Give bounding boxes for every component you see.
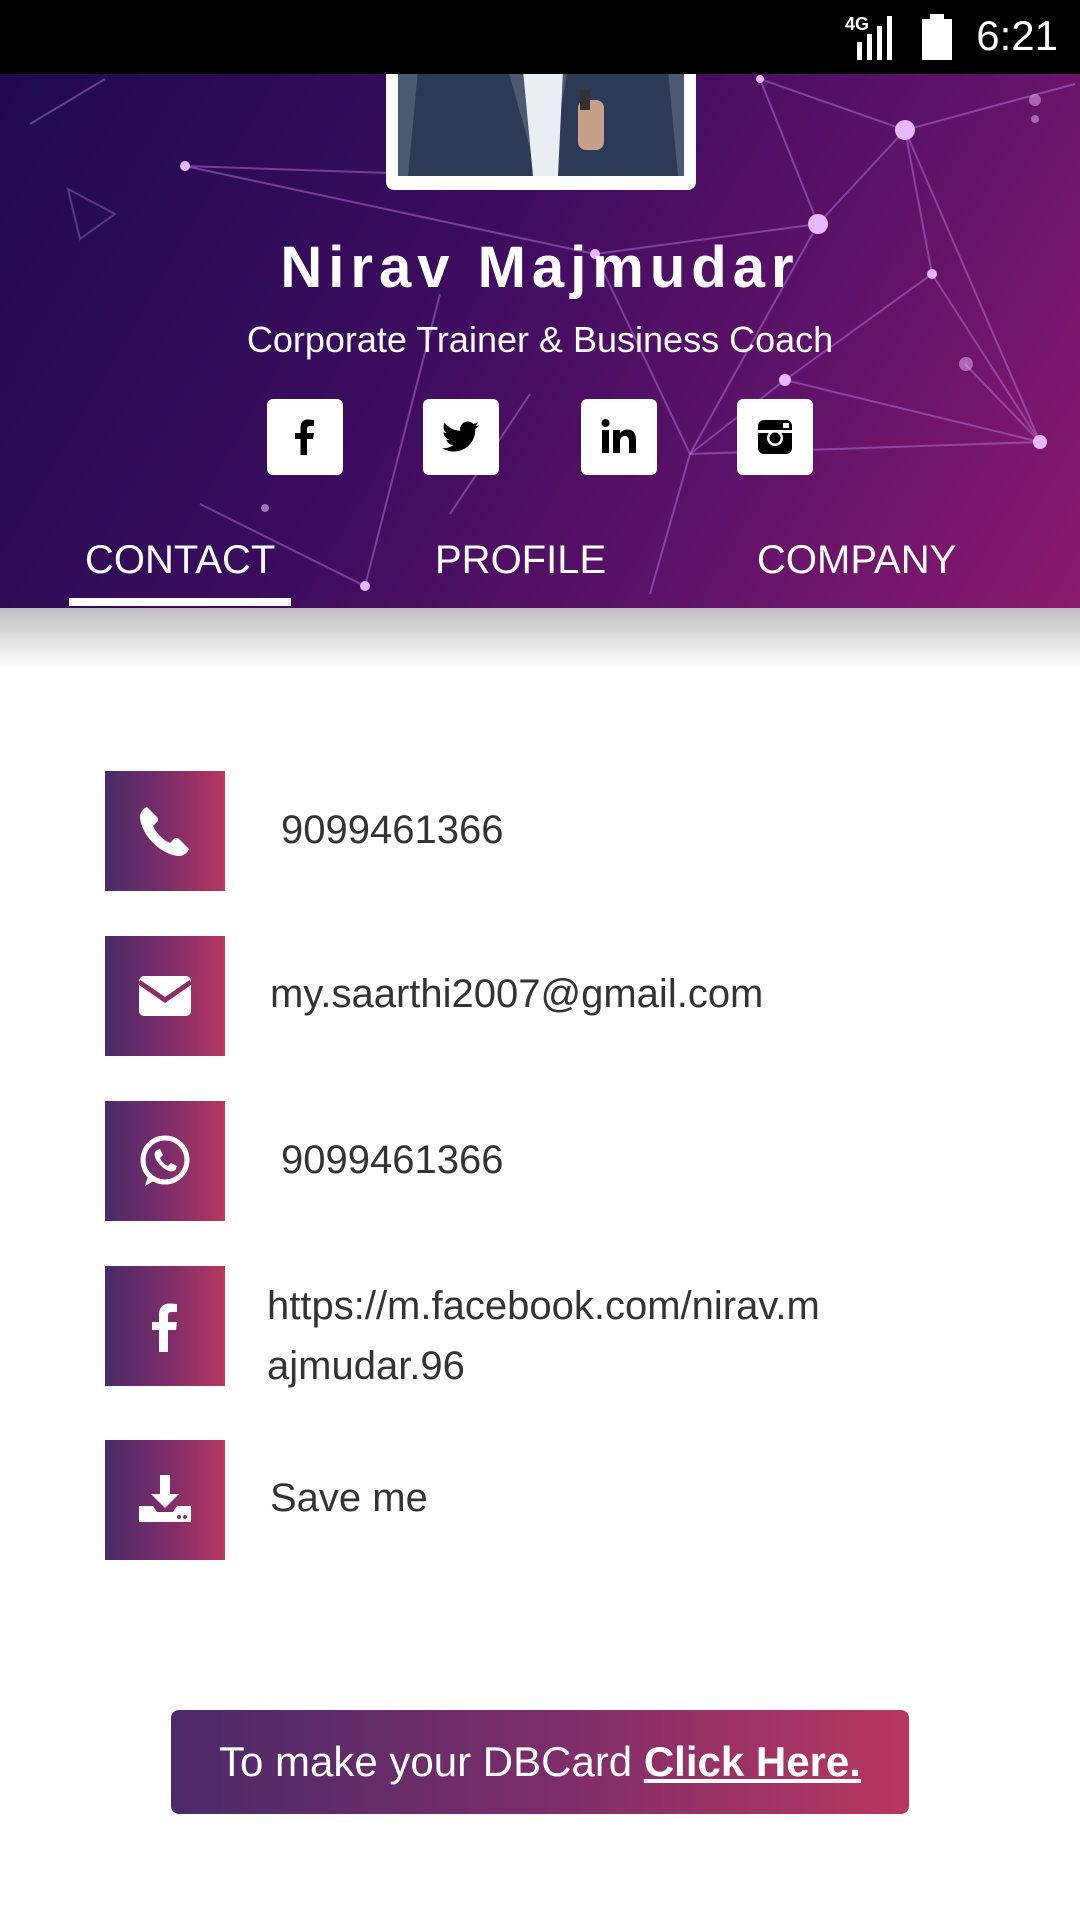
make-dbcard-banner[interactable]: To make your DBCard Click Here.	[171, 1710, 909, 1814]
status-bar: 4G 6:21	[0, 0, 1080, 74]
facebook-icon	[152, 1303, 177, 1352]
tab-company[interactable]: COMPANY	[757, 538, 956, 582]
signal-icon: 4G	[845, 14, 892, 60]
save-icon-tile[interactable]	[105, 1440, 225, 1560]
avatar-frame	[386, 74, 696, 190]
profile-header: Nirav Majmudar Corporate Trainer & Busin…	[0, 74, 1080, 608]
whatsapp-icon-tile[interactable]	[105, 1101, 225, 1221]
phone-number[interactable]: 9099461366	[281, 800, 503, 860]
twitter-button[interactable]	[423, 399, 499, 475]
facebook-url-line2[interactable]: ajmudar.96	[267, 1336, 465, 1396]
email-icon	[137, 976, 193, 1016]
profile-tagline: Corporate Trainer & Business Coach	[246, 319, 834, 360]
email-address[interactable]: my.saarthi2007@gmail.com	[270, 964, 763, 1024]
instagram-button[interactable]	[737, 399, 813, 475]
linkedin-icon	[601, 419, 636, 453]
avatar	[398, 74, 684, 176]
save-contact-label[interactable]: Save me	[270, 1468, 428, 1528]
whatsapp-icon	[140, 1135, 190, 1186]
email-icon-tile[interactable]	[105, 936, 225, 1056]
header-shadow	[0, 608, 1080, 668]
tab-contact[interactable]: CONTACT	[85, 538, 275, 582]
status-time: 6:21	[976, 12, 1058, 59]
facebook-button[interactable]	[267, 399, 343, 475]
profile-name: Nirav Majmudar	[280, 235, 800, 300]
facebook-url-line1[interactable]: https://m.facebook.com/nirav.m	[267, 1276, 820, 1336]
facebook-icon-tile[interactable]	[105, 1266, 225, 1386]
cta-text: To make your DBCard	[219, 1738, 644, 1785]
instagram-icon	[758, 420, 792, 454]
avatar-photo-image	[398, 74, 684, 176]
phone-icon	[140, 807, 189, 856]
phone-icon-tile[interactable]	[105, 771, 225, 891]
cta-link[interactable]: Click Here.	[644, 1738, 861, 1785]
tab-profile[interactable]: PROFILE	[435, 538, 606, 582]
whatsapp-number[interactable]: 9099461366	[281, 1130, 503, 1190]
twitter-icon	[442, 421, 479, 452]
download-icon	[139, 1475, 191, 1522]
network-type: 4G	[845, 14, 869, 34]
active-tab-indicator	[69, 598, 291, 606]
facebook-icon	[295, 419, 314, 455]
linkedin-button[interactable]	[581, 399, 657, 475]
battery-icon	[922, 14, 952, 60]
